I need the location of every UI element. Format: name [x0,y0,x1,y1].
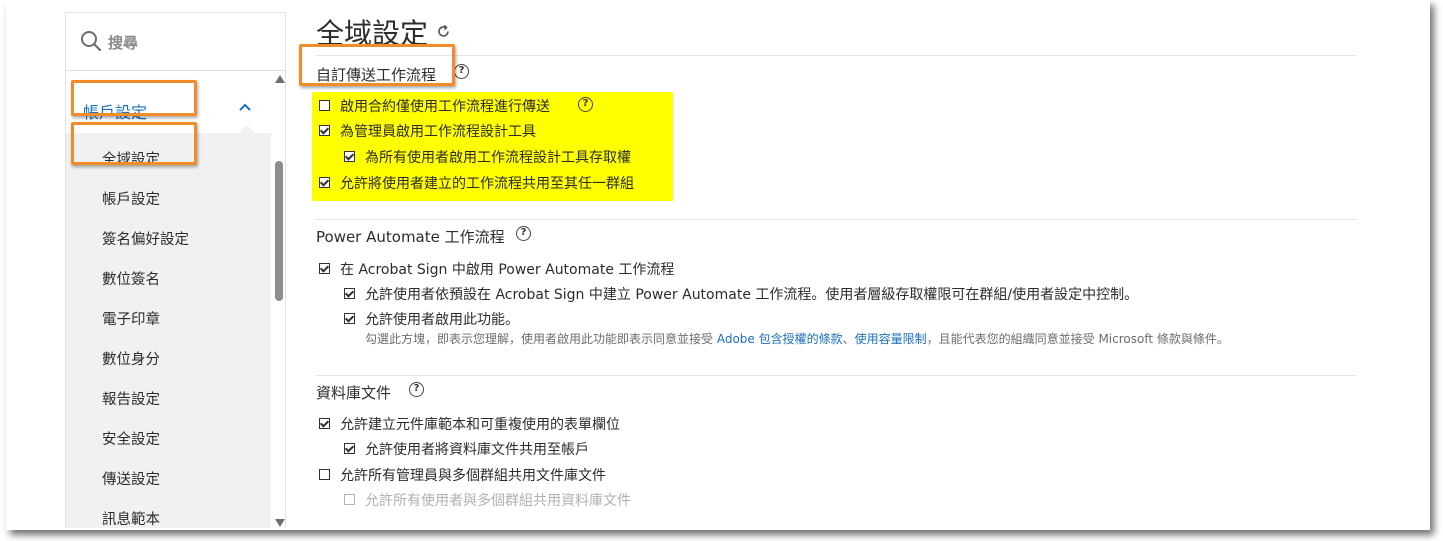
sidebar-item-report-settings[interactable]: 報告設定 [102,388,160,409]
checkbox-users-enable-feature[interactable] [344,313,355,324]
sidebar-item-electronic-seals[interactable]: 電子印章 [102,308,160,329]
sidebar-scrollbar[interactable] [272,75,285,528]
option-label: 允許使用者依預設在 Acrobat Sign 中建立 Power Automat… [365,287,1139,303]
sidebar-item-digital-identity[interactable]: 數位身分 [102,348,160,369]
checkbox-admins-share-groups[interactable] [319,469,330,480]
checkbox-share-library-account[interactable] [344,443,355,454]
sidebar-item-security-settings[interactable]: 安全設定 [102,428,160,449]
consent-note-suffix: ，且能代表您的組織同意並接受 Microsoft 條款與條件。 [926,332,1229,346]
callout-box-section [71,80,197,116]
checkbox-share-workflows-groups[interactable] [319,177,330,188]
sidebar-item-digital-signatures[interactable]: 數位簽名 [102,268,160,289]
refresh-icon[interactable] [436,24,451,39]
checkbox-enable-power-automate[interactable] [319,263,330,274]
help-icon[interactable]: ? [409,382,424,397]
help-icon[interactable]: ? [454,64,469,79]
consent-note: 勾選此方塊，即表示您理解，使用者啟用此功能即表示同意並接受 Adobe 包含授權… [365,330,1229,347]
divider [316,219,1356,220]
sidebar-subnav: 全域設定 帳戶設定 簽名偏好設定 數位簽名 電子印章 數位身分 報告設定 安全設… [66,133,271,528]
sidebar-item-signature-preferences[interactable]: 簽名偏好設定 [102,228,189,249]
consent-note-separator: 、 [842,332,855,346]
checkbox-contract-workflow-only[interactable] [319,100,330,111]
checkbox-allow-library-templates[interactable] [319,418,330,429]
search-box[interactable]: 搜尋 [66,13,285,71]
sidebar-item-message-templates[interactable]: 訊息範本 [102,508,160,528]
adobe-terms-link[interactable]: Adobe 包含授權的條款 [717,332,843,346]
usage-limits-link[interactable]: 使用容量限制 [855,332,927,346]
section-heading-power-automate: Power Automate 工作流程 [316,228,505,246]
checkbox-default-create-power-automate[interactable] [344,288,355,299]
sidebar-item-send-settings[interactable]: 傳送設定 [102,468,160,489]
divider [316,375,1356,376]
option-label: 允許所有使用者與多個群組共用資料庫文件 [365,493,631,509]
option-label: 為管理員啟用工作流程設計工具 [340,124,536,140]
help-icon[interactable]: ? [578,97,593,112]
scroll-up-arrow-icon[interactable] [275,75,285,83]
option-label: 允許使用者將資料庫文件共用至帳戶 [365,442,589,458]
option-label: 為所有使用者啟用工作流程設計工具存取權 [365,150,631,166]
callout-box-global [71,122,197,165]
app-frame: 搜尋 帳戶設定 全域設定 帳戶設定 簽名偏好設定 數位簽名 電子印章 數位身分 … [6,0,1430,530]
option-label: 允許所有管理員與多個群組共用文件庫文件 [340,468,606,484]
option-label: 允許使用者啟用此功能。 [365,312,519,328]
option-label: 允許建立元件庫範本和可重複使用的表單欄位 [340,417,620,433]
consent-note-prefix: 勾選此方塊，即表示您理解，使用者啟用此功能即表示同意並接受 [365,332,717,346]
section-heading-library: 資料庫文件 [316,384,392,402]
callout-box-heading [299,44,455,86]
option-label: 允許將使用者建立的工作流程共用至其任一群組 [340,176,634,192]
search-icon [81,31,102,52]
scroll-thumb[interactable] [275,161,283,301]
sidebar-item-account-settings[interactable]: 帳戶設定 [102,188,160,209]
option-label: 在 Acrobat Sign 中啟用 Power Automate 工作流程 [340,262,675,278]
search-input[interactable]: 搜尋 [108,32,138,53]
chevron-up-icon[interactable] [238,102,252,112]
help-icon[interactable]: ? [516,226,531,241]
scroll-down-arrow-icon[interactable] [275,519,285,527]
checkbox-all-users-workflow-designer[interactable] [344,151,355,162]
checkbox-users-share-groups [344,494,355,505]
option-label: 啟用合約僅使用工作流程進行傳送 [340,99,550,115]
checkbox-admin-workflow-designer[interactable] [319,125,330,136]
divider [316,55,1356,56]
